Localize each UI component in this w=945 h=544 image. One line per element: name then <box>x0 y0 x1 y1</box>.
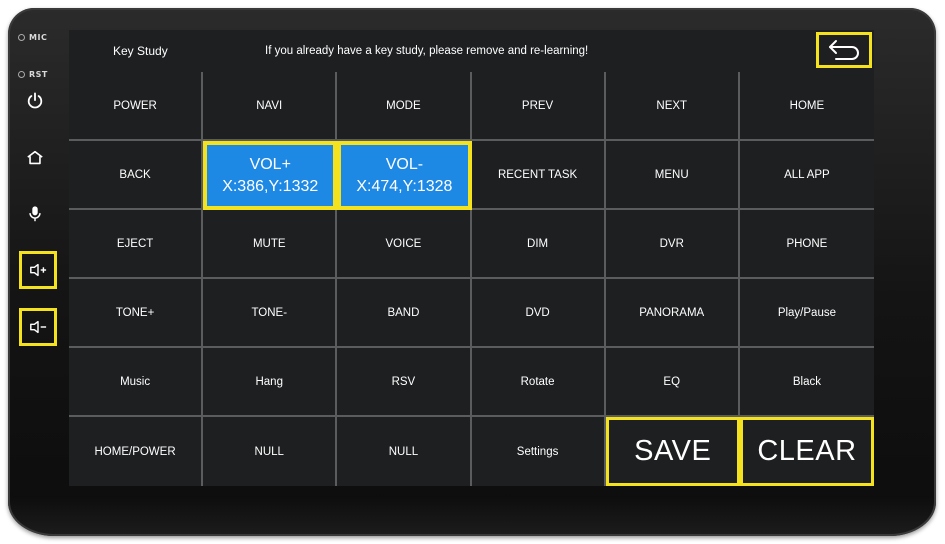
home-icon <box>27 150 43 165</box>
key-dvr[interactable]: DVR <box>605 210 740 279</box>
key-recent-task[interactable]: RECENT TASK <box>471 141 606 210</box>
reset-hole-icon <box>18 70 25 78</box>
volume-down-icon <box>30 320 47 334</box>
key-next[interactable]: NEXT <box>605 72 740 141</box>
home-button[interactable] <box>22 145 48 171</box>
key-all-app[interactable]: ALL APP <box>739 141 874 210</box>
mic-hole-icon <box>18 33 25 41</box>
key-vol-minus[interactable]: VOL- X:474,Y:1328 <box>337 141 472 210</box>
key-dvd[interactable]: DVD <box>471 279 606 348</box>
key-band[interactable]: BAND <box>337 279 472 348</box>
key-home[interactable]: HOME <box>739 72 874 141</box>
key-panorama[interactable]: PANORAMA <box>605 279 740 348</box>
mic-indicator: MIC <box>18 31 47 43</box>
key-vol-minus-label: VOL- <box>385 155 424 173</box>
key-home-power[interactable]: HOME/POWER <box>69 417 204 486</box>
key-power[interactable]: POWER <box>69 72 204 141</box>
key-hang[interactable]: Hang <box>203 348 338 417</box>
power-button[interactable] <box>22 88 48 114</box>
header-bar: Key Study If you already have a key stud… <box>69 30 874 72</box>
key-mode[interactable]: MODE <box>337 72 472 141</box>
back-arrow-icon <box>829 40 859 60</box>
key-vol-minus-coords: X:474,Y:1328 <box>356 177 453 195</box>
key-vol-plus[interactable]: VOL+ X:386,Y:1332 <box>203 141 338 210</box>
rst-label: RST <box>29 69 48 79</box>
instruction-text: If you already have a key study, please … <box>265 45 589 57</box>
key-dim[interactable]: DIM <box>471 210 606 279</box>
mic-label: MIC <box>29 32 48 42</box>
key-vol-plus-coords: X:386,Y:1332 <box>222 177 319 195</box>
key-rsv[interactable]: RSV <box>337 348 472 417</box>
key-black[interactable]: Black <box>739 348 874 417</box>
reset-indicator[interactable]: RST <box>18 68 48 80</box>
key-mute[interactable]: MUTE <box>203 210 338 279</box>
key-vol-plus-label: VOL+ <box>249 155 291 173</box>
page-title: Key Study <box>113 44 168 58</box>
key-settings[interactable]: Settings <box>472 417 606 486</box>
key-menu[interactable]: MENU <box>605 141 740 210</box>
microphone-icon <box>29 206 41 222</box>
key-phone[interactable]: PHONE <box>739 210 874 279</box>
key-tone-plus[interactable]: TONE+ <box>69 279 204 348</box>
key-rotate[interactable]: Rotate <box>471 348 606 417</box>
save-button[interactable]: SAVE <box>605 417 740 486</box>
key-tone-minus[interactable]: TONE- <box>203 279 338 348</box>
volume-up-icon <box>30 263 47 277</box>
voice-button[interactable] <box>22 201 48 227</box>
key-play-pause[interactable]: Play/Pause <box>739 279 874 348</box>
key-study-screen: Key Study If you already have a key stud… <box>69 30 874 486</box>
clear-button[interactable]: CLEAR <box>739 417 874 486</box>
key-null-1[interactable]: NULL <box>203 417 338 486</box>
key-grid: POWER NAVI MODE PREV NEXT HOME BACK VOL+… <box>69 72 874 486</box>
key-null-2[interactable]: NULL <box>337 417 472 486</box>
volume-down-button[interactable] <box>19 308 57 346</box>
key-voice[interactable]: VOICE <box>337 210 472 279</box>
key-navi[interactable]: NAVI <box>203 72 338 141</box>
back-button[interactable] <box>816 32 872 68</box>
key-eq[interactable]: EQ <box>605 348 740 417</box>
power-icon <box>27 92 43 109</box>
key-music[interactable]: Music <box>69 348 204 417</box>
key-prev[interactable]: PREV <box>471 72 606 141</box>
key-back[interactable]: BACK <box>69 141 204 210</box>
key-eject[interactable]: EJECT <box>69 210 204 279</box>
volume-up-button[interactable] <box>19 251 57 289</box>
